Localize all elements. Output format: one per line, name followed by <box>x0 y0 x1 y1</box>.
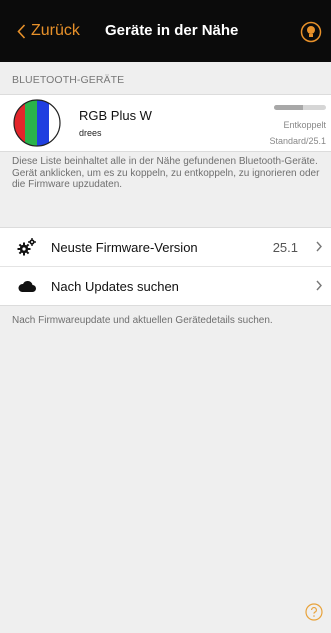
signal-strength-bar <box>274 105 326 110</box>
chevron-right-icon <box>316 280 322 291</box>
chevron-right-icon <box>316 241 322 252</box>
description-text: Diese Liste beinhaltet alle in der Nähe … <box>12 156 320 190</box>
help-icon[interactable] <box>305 603 323 621</box>
section-header: BLUETOOTH-GERÄTE <box>12 74 125 86</box>
gears-icon <box>17 238 36 256</box>
check-updates-label: Nach Updates suchen <box>51 279 179 294</box>
page-title: Geräte in der Nähe <box>105 22 239 39</box>
cloud-icon <box>18 280 36 292</box>
check-updates-row[interactable]: Nach Updates suchen <box>0 266 331 306</box>
firmware-version-row[interactable]: Neuste Firmware-Version 25.1 <box>0 227 331 266</box>
bluetooth-bulb-icon[interactable] <box>300 21 322 43</box>
navigation-bar: Zurück Geräte in der Nähe <box>0 0 331 62</box>
device-row[interactable]: RGB Plus W drees Entkoppelt Standard/25.… <box>0 94 331 152</box>
device-manufacturer: drees <box>79 128 102 138</box>
signal-strength-fill <box>274 105 303 110</box>
device-name: RGB Plus W <box>79 108 152 123</box>
device-status: Entkoppelt <box>283 120 326 130</box>
chevron-left-icon <box>17 23 26 39</box>
firmware-label: Neuste Firmware-Version <box>51 240 198 255</box>
device-version: Standard/25.1 <box>269 136 326 146</box>
rgb-stripes-icon <box>13 99 61 147</box>
firmware-value: 25.1 <box>272 240 298 255</box>
back-button[interactable]: Zurück <box>17 20 80 42</box>
footer-note: Nach Firmwareupdate und aktuellen Geräte… <box>12 315 273 326</box>
back-label: Zurück <box>31 22 80 39</box>
